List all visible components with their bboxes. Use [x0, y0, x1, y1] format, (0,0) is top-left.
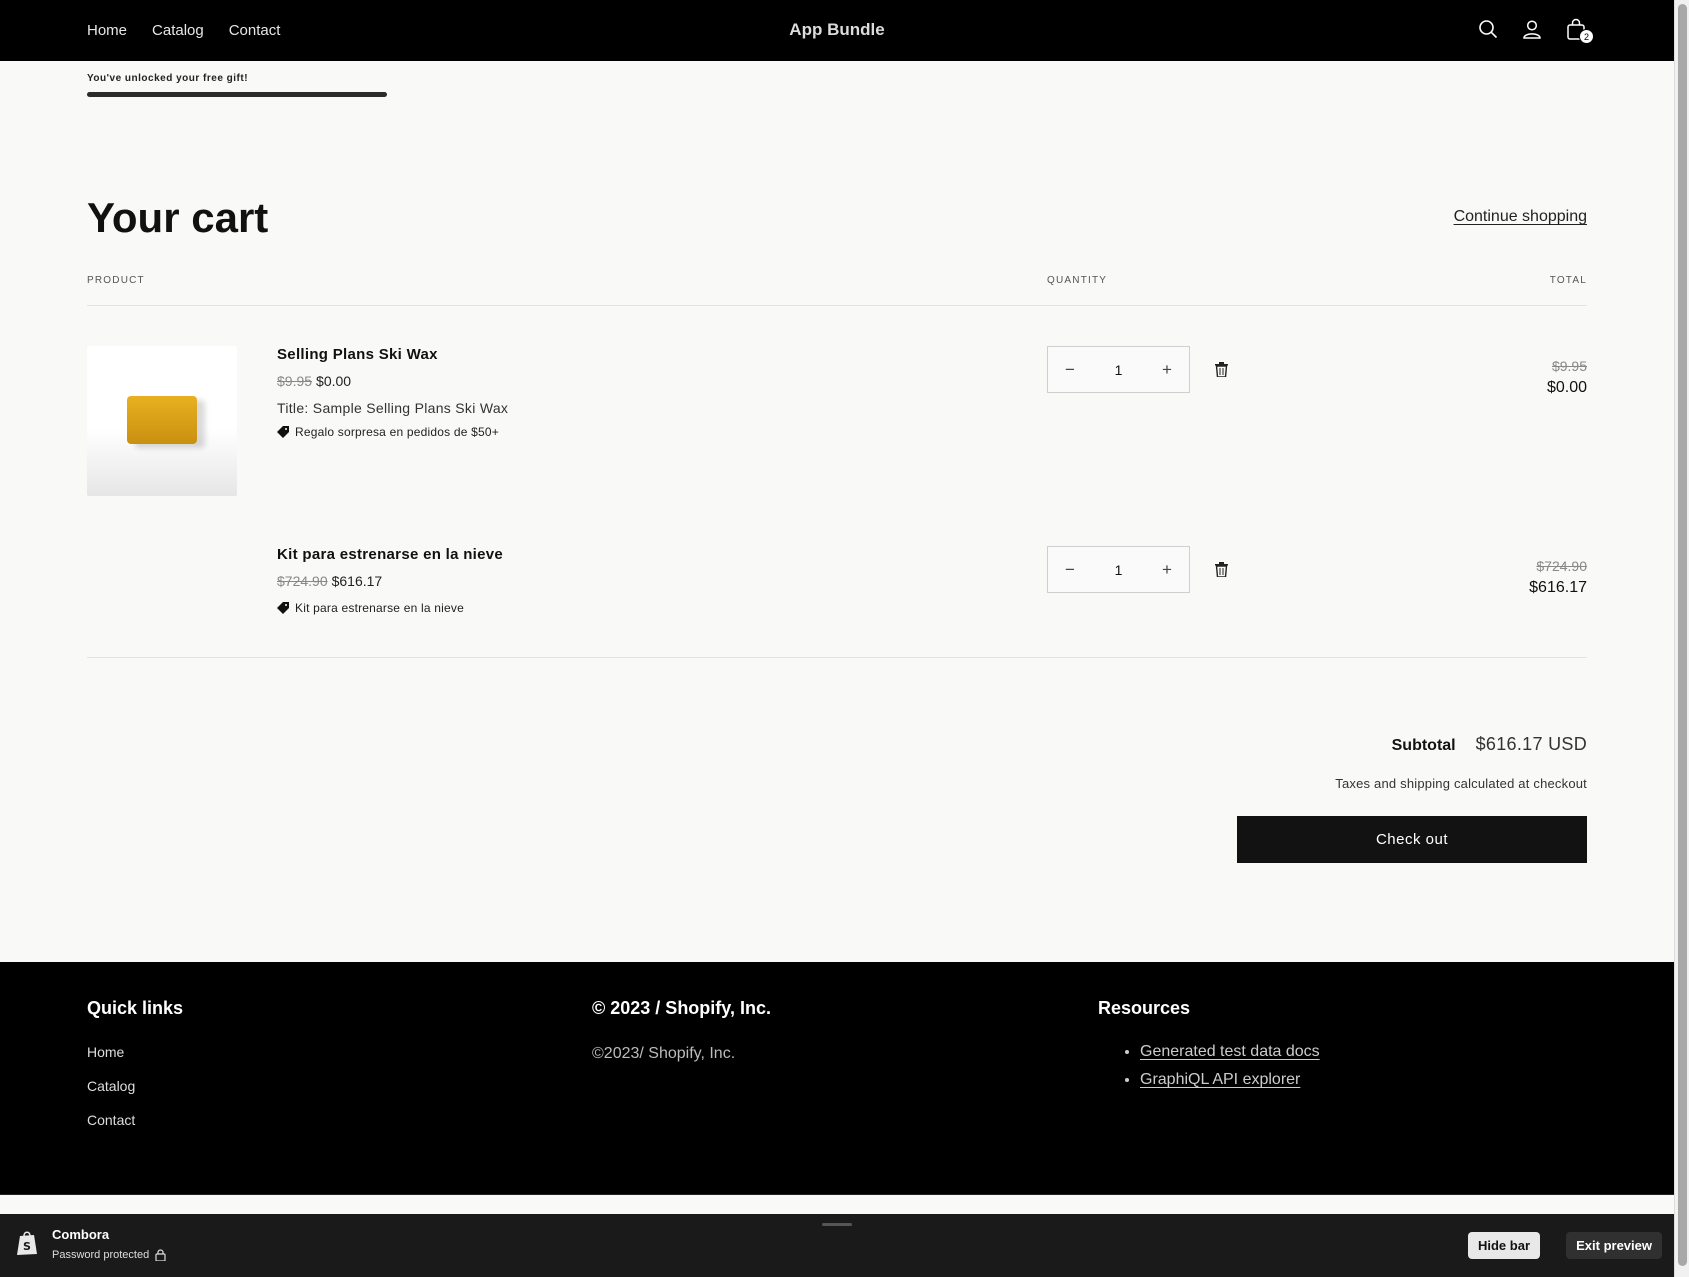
product-name[interactable]: Selling Plans Ski Wax — [277, 346, 508, 363]
discount-tag: Regalo sorpresa en pedidos de $50+ — [295, 425, 499, 439]
quick-links-heading: Quick links — [87, 998, 184, 1018]
product-name[interactable]: Kit para estrenarse en la nieve — [277, 546, 503, 563]
compare-price: $724.90 — [277, 573, 328, 589]
resource-link-graphiql[interactable]: GraphiQL API explorer — [1140, 1071, 1300, 1088]
trash-icon[interactable] — [1215, 362, 1228, 382]
divider — [87, 305, 1587, 306]
increase-quantity-button[interactable]: + — [1159, 560, 1175, 580]
continue-shopping-link[interactable]: Continue shopping — [1454, 208, 1587, 226]
store-name: Combora — [52, 1227, 110, 1242]
discount-tag: Kit para estrenarse en la nieve — [295, 601, 464, 615]
page-title: Your cart — [87, 194, 269, 241]
gift-message: You've unlocked your free gift! — [87, 73, 249, 84]
footer-link-contact[interactable]: Contact — [87, 1112, 183, 1128]
variant-title: Title: Sample Selling Plans Ski Wax — [277, 400, 509, 416]
sale-price: $0.00 — [316, 373, 352, 389]
cart-icon[interactable]: 2 — [1564, 16, 1594, 44]
quantity-stepper: − 1 + — [1047, 546, 1190, 593]
account-icon[interactable] — [1520, 16, 1544, 42]
tag-icon — [277, 426, 289, 438]
line-total-old: $724.90 — [1536, 558, 1587, 574]
line-total: $616.17 — [1529, 579, 1587, 596]
site-header: Home Catalog Contact App Bundle 2 — [0, 0, 1674, 61]
increase-quantity-button[interactable]: + — [1159, 360, 1175, 380]
subtotal: Subtotal $616.17 USD — [1392, 734, 1587, 755]
lock-icon — [155, 1249, 166, 1261]
password-status: Password protected — [52, 1249, 150, 1261]
hide-bar-button[interactable]: Hide bar — [1467, 1232, 1540, 1259]
page-scrollbar[interactable] — [1674, 0, 1689, 1277]
preview-bar: S Combora Password protected Hide bar Ex… — [0, 1214, 1674, 1277]
footer-link-catalog[interactable]: Catalog — [87, 1078, 183, 1094]
shopify-icon: S — [16, 1230, 38, 1261]
column-total: TOTAL — [1549, 275, 1587, 286]
drag-handle[interactable] — [822, 1223, 852, 1226]
subtotal-value: $616.17 USD — [1475, 734, 1587, 754]
column-quantity: QUANTITY — [1047, 275, 1108, 286]
search-icon[interactable] — [1476, 16, 1500, 42]
decrease-quantity-button[interactable]: − — [1062, 360, 1078, 380]
divider — [87, 657, 1587, 658]
sale-price: $616.17 — [331, 573, 383, 589]
copyright-heading: © 2023 / Shopify, Inc. — [592, 998, 771, 1018]
subtotal-label: Subtotal — [1391, 737, 1456, 754]
tag-icon — [277, 602, 289, 614]
trash-icon[interactable] — [1215, 562, 1228, 582]
compare-price: $9.95 — [277, 373, 313, 389]
resource-link-docs[interactable]: Generated test data docs — [1140, 1043, 1320, 1060]
quantity-stepper: − 1 + — [1047, 346, 1190, 393]
brand-logo[interactable]: App Bundle — [0, 20, 1674, 40]
product-image[interactable] — [87, 346, 237, 496]
copyright-text: ©2023/ Shopify, Inc. — [592, 1045, 736, 1062]
taxes-note: Taxes and shipping calculated at checkou… — [1335, 776, 1587, 791]
exit-preview-button[interactable]: Exit preview — [1566, 1232, 1662, 1259]
svg-text:S: S — [23, 1240, 31, 1253]
column-product: PRODUCT — [87, 275, 145, 286]
footer-divider — [0, 1194, 1674, 1195]
cart-count-badge: 2 — [1579, 29, 1594, 44]
site-footer: Quick links Home Catalog Contact © 2023 … — [0, 962, 1674, 1195]
checkout-button[interactable]: Check out — [1237, 816, 1587, 863]
quantity-value[interactable]: 1 — [1115, 562, 1123, 578]
gift-progress-bar — [87, 92, 387, 97]
line-total: $0.00 — [1546, 379, 1587, 396]
scrollbar-thumb[interactable] — [1678, 4, 1687, 1266]
line-total-old: $9.95 — [1551, 358, 1587, 374]
footer-link-home[interactable]: Home — [87, 1044, 183, 1060]
resources-heading: Resources — [1098, 998, 1191, 1018]
decrease-quantity-button[interactable]: − — [1062, 560, 1078, 580]
quantity-value[interactable]: 1 — [1115, 362, 1123, 378]
